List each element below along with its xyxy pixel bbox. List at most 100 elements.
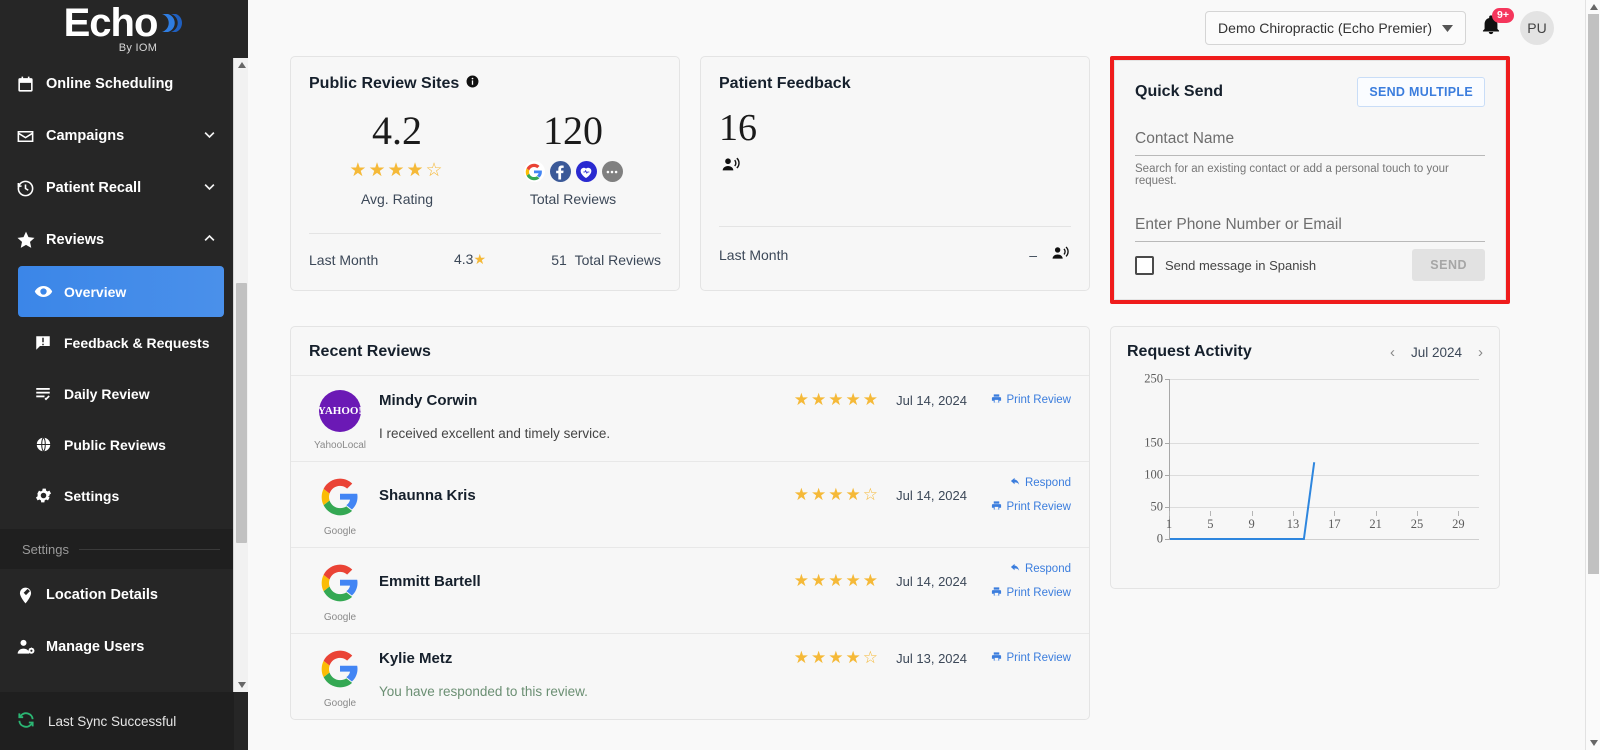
page-scrollbar-thumb[interactable] — [1588, 14, 1599, 574]
chevron-right-icon[interactable]: › — [1478, 344, 1483, 361]
sidebar-item-patient-recall[interactable]: Patient Recall — [0, 162, 234, 214]
sidebar-item-label: Reviews — [46, 232, 105, 248]
page-scrollbar[interactable] — [1585, 0, 1600, 750]
print-icon — [991, 393, 1002, 407]
chevron-left-icon[interactable]: ‹ — [1390, 344, 1395, 361]
location-select[interactable]: Demo Chiropractic (Echo Premier) — [1205, 11, 1466, 45]
patient-feedback-title: Patient Feedback — [719, 75, 851, 92]
send-button[interactable]: SEND — [1412, 249, 1485, 281]
avg-rating-block: 4.2 ★★★★☆ Avg. Rating — [309, 107, 485, 207]
notification-badge: 9+ — [1492, 8, 1514, 23]
scroll-down-icon[interactable] — [1586, 736, 1600, 750]
patient-feedback-count: 16 — [719, 107, 757, 149]
sidebar-item-location-details[interactable]: Location Details — [0, 569, 234, 621]
google-icon — [319, 476, 361, 518]
send-multiple-button[interactable]: SEND MULTIPLE — [1357, 77, 1485, 107]
google-icon — [319, 562, 361, 604]
avatar[interactable]: PU — [1520, 11, 1554, 45]
review-source-label: Google — [323, 526, 357, 537]
review-actions: Print Review — [975, 651, 1071, 665]
sidebar-item-campaigns[interactable]: Campaigns — [0, 110, 234, 162]
google-icon — [523, 161, 545, 182]
public-review-sites-card: Public Review Sites 4.2 ★★★★☆ Avg. Ratin… — [290, 56, 680, 291]
spanish-toggle[interactable]: Send message in Spanish — [1135, 255, 1316, 275]
quick-send-header: Quick Send SEND MULTIPLE — [1135, 77, 1485, 107]
period-navigator: ‹ Jul 2024 › — [1390, 344, 1483, 361]
sidebar-item-online-scheduling[interactable]: Online Scheduling — [0, 58, 234, 110]
chart-x-tick — [1251, 511, 1253, 516]
sidebar-item-overview[interactable]: Overview — [18, 266, 224, 317]
facebook-icon — [549, 161, 571, 182]
print-review-label: Print Review — [1006, 652, 1071, 664]
chevron-down-icon — [1442, 20, 1453, 36]
last-month-total-label: Total Reviews — [574, 251, 661, 268]
print-icon — [991, 651, 1002, 665]
scroll-down-icon[interactable] — [234, 678, 248, 692]
chart-x-tick — [1169, 511, 1170, 516]
sidebar-item-feedback-requests[interactable]: Feedback & Requests — [18, 317, 234, 368]
print-icon — [991, 586, 1002, 600]
spanish-checkbox[interactable] — [1135, 255, 1154, 275]
chart-x-tick — [1417, 511, 1418, 516]
sidebar-item-daily-review[interactable]: Daily Review — [18, 368, 234, 419]
eye-icon — [34, 282, 64, 301]
notifications-button[interactable]: 9+ — [1480, 8, 1514, 43]
public-review-stats: 4.2 ★★★★☆ Avg. Rating 120 Total Reviews — [309, 107, 661, 207]
respond-label: Respond — [1024, 563, 1071, 575]
chevron-down-icon — [202, 179, 218, 198]
review-body: Emmitt Bartell ★★★★★ Jul 14, 2024 Respon… — [371, 562, 1071, 623]
sidebar-item-label: Public Reviews — [64, 436, 166, 453]
divider-line — [78, 548, 220, 550]
logo-wave-icon — [158, 8, 184, 38]
respond-button[interactable]: Respond — [1010, 562, 1071, 576]
dashboard-row-bottom: Recent Reviews YAHOO! YahooLocal Mindy C… — [290, 326, 1554, 720]
phone-email-input[interactable] — [1135, 213, 1485, 241]
review-body: Mindy Corwin ★★★★★ Jul 14, 2024 Print Re… — [371, 390, 1071, 451]
print-review-button[interactable]: Print Review — [991, 651, 1071, 665]
period-label: Jul 2024 — [1410, 344, 1462, 360]
manage-users-icon — [16, 637, 46, 657]
chart-y-tick-label: 150 — [1144, 435, 1163, 450]
chart-x-tick-label: 5 — [1207, 517, 1214, 531]
info-icon[interactable] — [466, 75, 479, 93]
total-reviews-caption: Total Reviews — [529, 191, 617, 207]
review-row: Google Emmitt Bartell ★★★★★ Jul 14, 2024 — [291, 547, 1089, 633]
print-review-label: Print Review — [1006, 394, 1071, 406]
review-actions: Print Review — [975, 393, 1071, 407]
chart-x-tick-label: 17 — [1328, 517, 1341, 531]
public-review-last-month: Last Month 4.3★ 51 Total Reviews — [309, 233, 661, 268]
person-speaking-icon — [719, 155, 1071, 180]
print-review-button[interactable]: Print Review — [991, 500, 1071, 514]
contact-name-input[interactable] — [1135, 127, 1485, 155]
review-row: Google Shaunna Kris ★★★★☆ Jul 14, 2024 R… — [291, 461, 1089, 547]
scroll-up-icon[interactable] — [234, 58, 248, 72]
sidebar-item-label: Campaigns — [46, 128, 125, 144]
last-month-total-reviews: 51 Total Reviews — [539, 252, 661, 268]
quick-send-title: Quick Send — [1135, 83, 1224, 100]
patient-feedback-last-month: Last Month – — [719, 226, 1071, 266]
sidebar-item-label: Daily Review — [64, 385, 150, 402]
print-review-button[interactable]: Print Review — [991, 586, 1071, 600]
avg-rating-value: 4.2 — [372, 108, 422, 153]
sidebar-item-settings[interactable]: Settings — [18, 470, 234, 521]
last-month-label: Last Month — [309, 251, 379, 268]
review-row: YAHOO! YahooLocal Mindy Corwin ★★★★★ Jul… — [291, 375, 1089, 461]
scroll-up-icon[interactable] — [1586, 0, 1600, 14]
sidebar-item-label: Settings — [64, 487, 120, 504]
sync-status-label: Last Sync Successful — [48, 713, 177, 729]
chart-x-tick — [1375, 511, 1377, 516]
sidebar-item-public-reviews[interactable]: Public Reviews — [18, 419, 234, 470]
chart-y-tick-label: 50 — [1150, 499, 1164, 514]
sidebar-scrollbar-thumb[interactable] — [236, 283, 247, 543]
calendar-icon — [16, 75, 46, 94]
avg-rating-stars: ★★★★☆ — [349, 160, 445, 181]
more-icon[interactable] — [601, 161, 623, 182]
sidebar-item-manage-users[interactable]: Manage Users — [0, 621, 234, 673]
request-activity-chart: 0 50 100 150 250 1 5 9 13 17 21 25 29 — [1127, 372, 1483, 571]
gear-icon — [34, 486, 64, 505]
print-review-button[interactable]: Print Review — [991, 393, 1071, 407]
sidebar-item-reviews[interactable]: Reviews — [0, 214, 234, 266]
sidebar-scrollbar[interactable] — [233, 58, 248, 692]
respond-button[interactable]: Respond — [1010, 476, 1071, 490]
patient-feedback-card: Patient Feedback 16 Last Month – — [700, 56, 1090, 291]
